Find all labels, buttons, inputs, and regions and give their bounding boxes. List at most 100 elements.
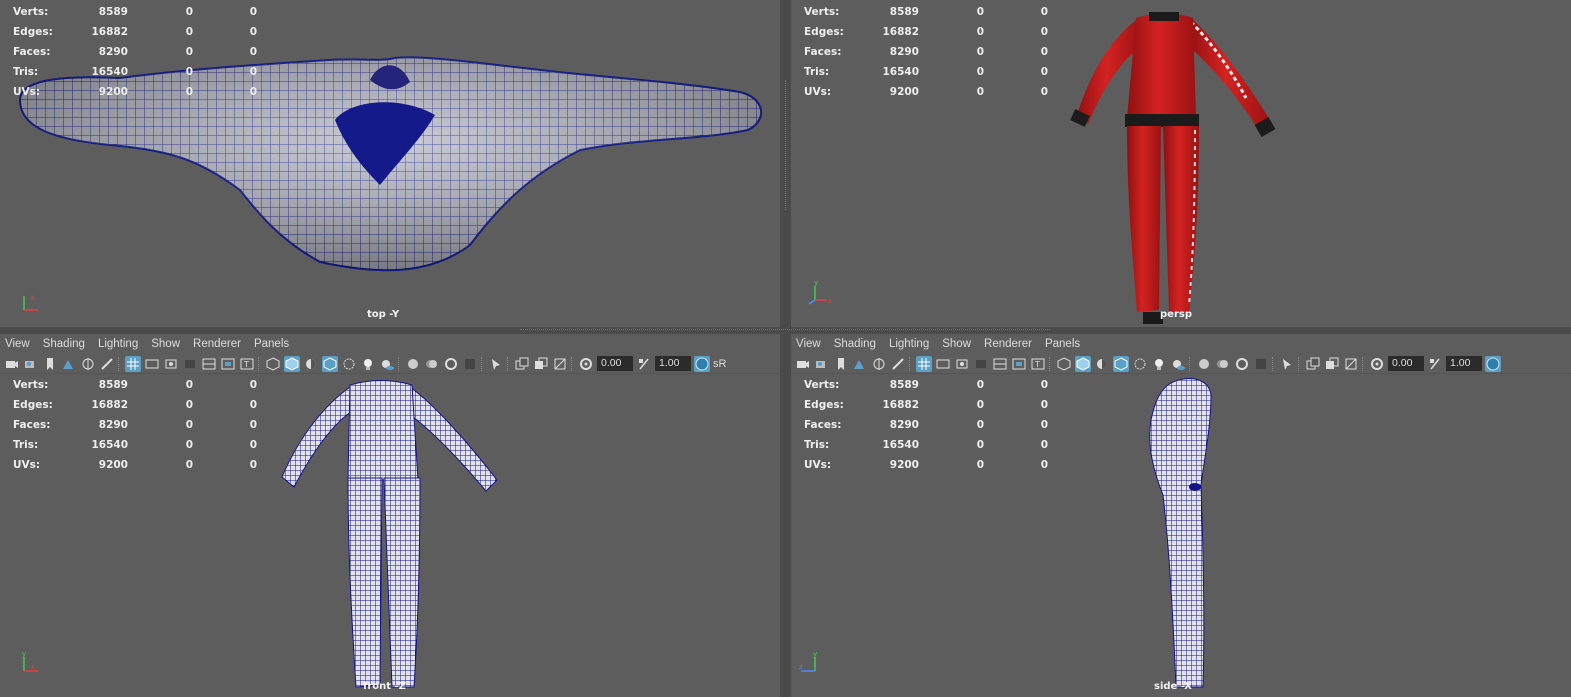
menu-shading[interactable]: Shading: [834, 338, 876, 350]
film-gate-icon[interactable]: [935, 356, 951, 372]
hud-row: Verts: 8589 0 0: [804, 2, 1048, 22]
color-management-icon[interactable]: [694, 355, 710, 372]
colorspace-label[interactable]: sR: [713, 358, 726, 370]
pan-zoom-icon[interactable]: [871, 356, 887, 372]
exposure-icon[interactable]: [578, 356, 594, 372]
gate-mask-icon[interactable]: [182, 356, 198, 372]
toolbar-separator: [481, 356, 485, 371]
menu-renderer[interactable]: Renderer: [193, 338, 241, 350]
hud-selected: 0: [185, 46, 193, 58]
hud-selected: 0: [185, 379, 193, 391]
resolution-gate-icon[interactable]: [163, 356, 179, 372]
grid-icon[interactable]: [125, 355, 141, 372]
splitter-dots: [785, 80, 786, 210]
bookmark-icon[interactable]: [42, 356, 58, 372]
default-material-icon[interactable]: [303, 356, 319, 372]
viewport-side[interactable]: View Shading Lighting Show Renderer Pane…: [791, 334, 1571, 697]
wireframe-icon[interactable]: [1056, 356, 1072, 372]
lights-icon[interactable]: [360, 356, 376, 372]
wireframe-on-shaded-icon[interactable]: [322, 355, 338, 372]
isolate-select-icon[interactable]: [488, 356, 504, 372]
xray-joints-icon[interactable]: [514, 356, 530, 372]
viewport-front[interactable]: View Shading Lighting Show Renderer Pane…: [0, 334, 780, 697]
camera-icon[interactable]: [4, 356, 20, 372]
field-chart-icon[interactable]: [992, 356, 1008, 372]
image-plane-icon[interactable]: [852, 356, 868, 372]
viewport-canvas[interactable]: Verts: 8589 0 0 Edges: 16882 0 0 Faces: 8290 0 0 …: [791, 375, 1571, 697]
gamma-icon[interactable]: [636, 356, 652, 372]
grease-pencil-icon[interactable]: [890, 356, 906, 372]
backface-culling-icon[interactable]: [552, 356, 568, 372]
grease-pencil-icon[interactable]: [99, 356, 115, 372]
hud-label: UVs:: [804, 459, 832, 471]
safe-title-icon[interactable]: T: [239, 356, 255, 372]
menu-show[interactable]: Show: [942, 338, 971, 350]
depth-of-field-icon[interactable]: [1253, 356, 1269, 372]
grid-icon[interactable]: [916, 355, 932, 372]
exposure-field[interactable]: 0.00: [597, 356, 633, 371]
image-plane-icon[interactable]: [61, 356, 77, 372]
exposure-icon[interactable]: [1369, 356, 1385, 372]
menu-view[interactable]: View: [5, 338, 30, 350]
wireframe-on-shaded-icon[interactable]: [1113, 355, 1129, 372]
pan-zoom-icon[interactable]: [80, 356, 96, 372]
anti-alias-icon[interactable]: [1234, 356, 1250, 372]
motion-blur-icon[interactable]: [424, 356, 440, 372]
bookmark-icon[interactable]: [833, 356, 849, 372]
toolbar-separator: [1298, 356, 1302, 371]
toolbar-separator: [1049, 356, 1053, 371]
safe-action-icon[interactable]: [220, 356, 236, 372]
motion-blur-icon[interactable]: [1215, 356, 1231, 372]
resolution-gate-icon[interactable]: [954, 356, 970, 372]
safe-title-icon[interactable]: T: [1030, 356, 1046, 372]
xray-active-icon[interactable]: [1324, 356, 1340, 372]
film-gate-icon[interactable]: [144, 356, 160, 372]
menu-panels[interactable]: Panels: [254, 338, 289, 350]
menu-renderer[interactable]: Renderer: [984, 338, 1032, 350]
camera-attributes-icon[interactable]: [23, 356, 39, 372]
safe-action-icon[interactable]: [1011, 356, 1027, 372]
screen-space-ao-icon[interactable]: [405, 356, 421, 372]
smooth-shade-icon[interactable]: [1075, 355, 1091, 372]
hud-selected: 0: [185, 439, 193, 451]
suit-right-arm: [1187, 18, 1271, 130]
default-material-icon[interactable]: [1094, 356, 1110, 372]
field-chart-icon[interactable]: [201, 356, 217, 372]
wireframe-icon[interactable]: [265, 356, 281, 372]
lights-icon[interactable]: [1151, 356, 1167, 372]
gamma-field[interactable]: 1.00: [1446, 356, 1482, 371]
camera-icon[interactable]: [795, 356, 811, 372]
isolate-select-icon[interactable]: [1279, 356, 1295, 372]
menu-lighting[interactable]: Lighting: [98, 338, 138, 350]
screen-space-ao-icon[interactable]: [1196, 356, 1212, 372]
menu-panels[interactable]: Panels: [1045, 338, 1080, 350]
xray-icon[interactable]: [341, 356, 357, 372]
backface-culling-icon[interactable]: [1343, 356, 1359, 372]
hud-selected-alt: 0: [249, 379, 257, 391]
xray-active-icon[interactable]: [533, 356, 549, 372]
menu-show[interactable]: Show: [151, 338, 180, 350]
shadows-icon[interactable]: [1170, 356, 1186, 372]
xray-joints-icon[interactable]: [1305, 356, 1321, 372]
gamma-icon[interactable]: [1427, 356, 1443, 372]
viewport-canvas[interactable]: Verts: 8589 0 0 Edges: 16882 0 0 Faces: 8290 0 0 …: [0, 375, 780, 697]
depth-of-field-icon[interactable]: [462, 356, 478, 372]
gamma-field[interactable]: 1.00: [655, 356, 691, 371]
shadows-icon[interactable]: [379, 356, 395, 372]
horizontal-splitter[interactable]: [0, 327, 1571, 334]
anti-alias-icon[interactable]: [443, 356, 459, 372]
hud-label: Tris:: [13, 439, 39, 451]
menu-view[interactable]: View: [796, 338, 821, 350]
xray-icon[interactable]: [1132, 356, 1148, 372]
exposure-field[interactable]: 0.00: [1388, 356, 1424, 371]
gate-mask-icon[interactable]: [973, 356, 989, 372]
menu-lighting[interactable]: Lighting: [889, 338, 929, 350]
camera-attributes-icon[interactable]: [814, 356, 830, 372]
viewport-top[interactable]: Verts: 8589 0 0 Edges: 16882 0 0 Faces: 8290 0 0 …: [0, 0, 780, 327]
smooth-shade-icon[interactable]: [284, 355, 300, 372]
color-management-icon[interactable]: [1485, 355, 1501, 372]
vertical-splitter[interactable]: [780, 0, 791, 697]
viewport-persp[interactable]: Verts: 8589 0 0 Edges: 16882 0 0 Faces: 8290 0 0 …: [791, 0, 1571, 327]
hud-label: Faces:: [13, 419, 51, 431]
menu-shading[interactable]: Shading: [43, 338, 85, 350]
